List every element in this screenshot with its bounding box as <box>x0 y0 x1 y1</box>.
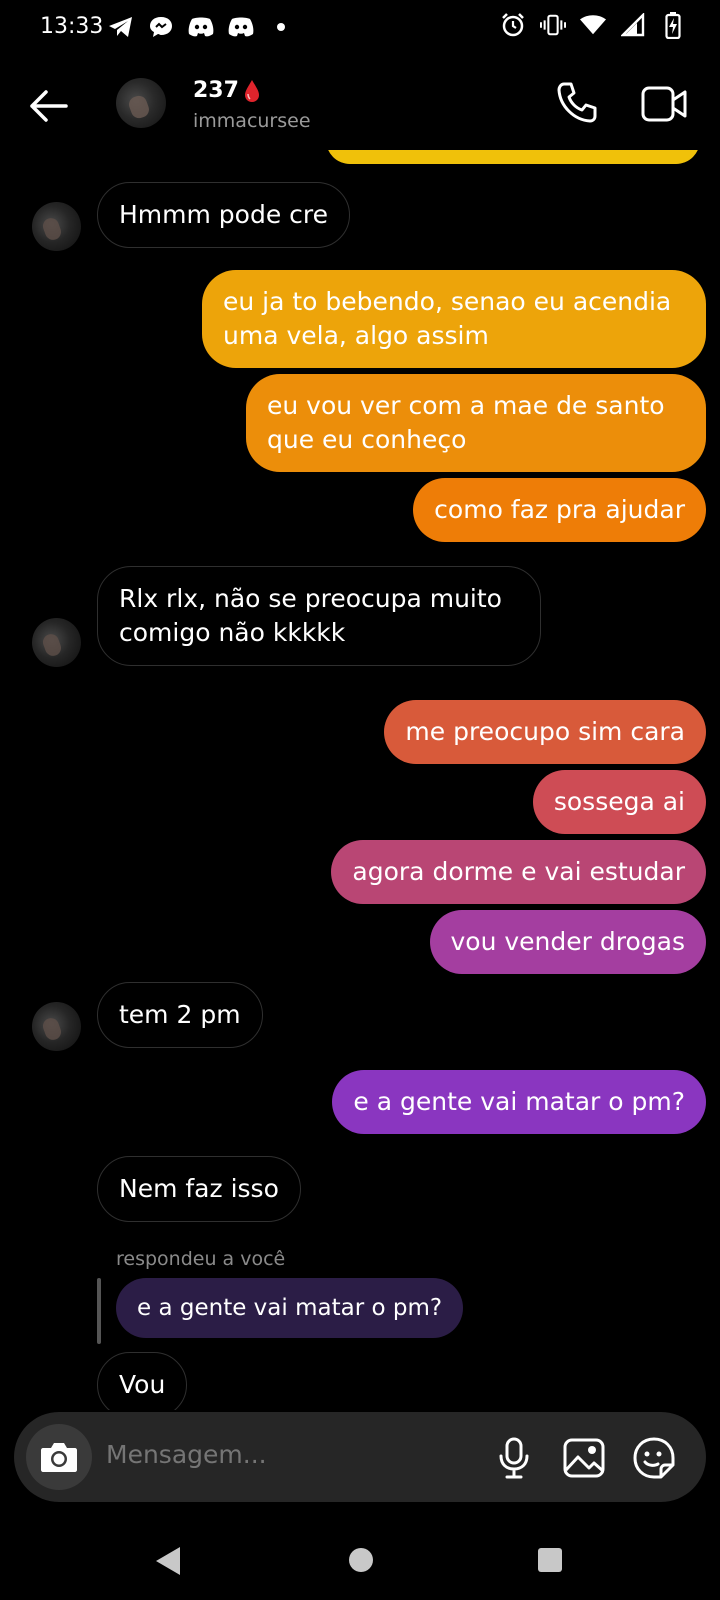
vibrate-icon <box>540 12 566 38</box>
wifi-icon <box>580 12 606 38</box>
microphone-icon <box>499 1437 529 1479</box>
microphone-button[interactable] <box>494 1436 534 1480</box>
signal-icon <box>620 12 646 38</box>
chat-bubble-icon <box>148 14 174 40</box>
video-camera-icon <box>641 86 687 122</box>
telegram-icon <box>108 14 134 40</box>
reply-indicator <box>97 1278 101 1344</box>
incoming-message[interactable]: tem 2 pm <box>97 982 263 1048</box>
status-time: 13:33 <box>40 14 104 39</box>
nav-home-button[interactable] <box>349 1548 373 1572</box>
image-icon <box>563 1438 605 1478</box>
message-input[interactable] <box>106 1440 466 1469</box>
battery-charging-icon <box>660 12 686 39</box>
nav-back-button[interactable] <box>152 1544 184 1578</box>
contact-username: immacursee <box>193 110 311 132</box>
video-call-button[interactable] <box>640 82 688 126</box>
contact-name[interactable]: 237 <box>193 78 261 103</box>
previous-message-bubble[interactable] <box>326 150 700 164</box>
phone-icon <box>557 82 597 123</box>
gallery-button[interactable] <box>562 1436 606 1480</box>
camera-icon <box>41 1443 77 1472</box>
arrow-left-icon <box>30 90 68 122</box>
reply-label: respondeu a você <box>116 1248 286 1270</box>
avatar[interactable] <box>32 618 81 667</box>
status-bar: 13:33 <box>0 0 720 56</box>
incoming-message[interactable]: Hmmm pode cre <box>97 182 351 248</box>
discord-icon <box>228 14 254 40</box>
avatar[interactable] <box>116 78 166 128</box>
incoming-message[interactable]: Nem faz isso <box>97 1156 301 1222</box>
avatar[interactable] <box>32 1002 81 1051</box>
voice-call-button[interactable] <box>554 80 600 126</box>
outgoing-message[interactable]: me preocupo sim cara <box>384 700 706 764</box>
alarm-icon <box>500 12 526 38</box>
outgoing-message[interactable]: e a gente vai matar o pm? <box>332 1070 706 1134</box>
quoted-message[interactable]: e a gente vai matar o pm? <box>116 1278 464 1338</box>
blood-drop-icon <box>243 79 261 103</box>
discord-icon <box>188 14 214 40</box>
nav-recents-button[interactable] <box>538 1548 562 1572</box>
incoming-message[interactable]: Vou <box>97 1352 188 1410</box>
outgoing-message[interactable]: eu vou ver com a mae de santo que eu con… <box>246 374 706 472</box>
outgoing-message[interactable]: eu ja to bebendo, senao eu acendia uma v… <box>202 270 706 368</box>
outgoing-message[interactable]: agora dorme e vai estudar <box>331 840 706 904</box>
navigation-bar <box>0 1520 720 1600</box>
back-button[interactable] <box>26 84 70 128</box>
dot-icon <box>268 14 294 40</box>
camera-button[interactable] <box>26 1424 92 1490</box>
outgoing-message[interactable]: sossega ai <box>532 770 706 834</box>
triangle-back-icon <box>156 1547 180 1575</box>
message-composer <box>14 1412 706 1502</box>
outgoing-message[interactable]: vou vender drogas <box>429 910 706 974</box>
avatar[interactable] <box>32 202 81 251</box>
outgoing-message[interactable]: como faz pra ajudar <box>413 478 706 542</box>
sticker-icon <box>633 1437 675 1479</box>
sticker-button[interactable] <box>632 1436 676 1480</box>
message-list[interactable]: Hmmm pode cre eu ja to bebendo, senao eu… <box>0 150 720 1410</box>
incoming-message[interactable]: Rlx rlx, não se preocupa muito comigo nã… <box>97 566 541 666</box>
chat-header: 237 immacursee <box>0 56 720 150</box>
